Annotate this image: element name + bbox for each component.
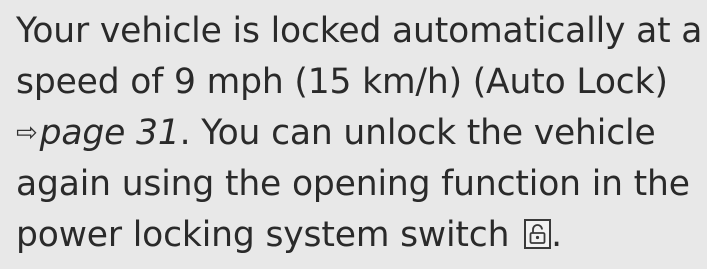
- page-reference-link[interactable]: page 31: [40, 113, 180, 153]
- paragraph-line-5-period: .: [551, 215, 562, 255]
- paragraph-line-1: Your vehicle is locked automatically at …: [16, 11, 703, 51]
- paragraph-line-3: ⇨page 31. You can unlock the vehicle: [16, 108, 706, 159]
- paragraph-line-4: again using the opening function in the: [16, 164, 690, 204]
- manual-page: Your vehicle is locked automatically at …: [0, 0, 707, 269]
- paragraph-line-5: power locking system switch .: [16, 210, 706, 261]
- unlock-switch-icon: [524, 219, 552, 249]
- paragraph-line-2: speed of 9 mph (15 km/h) (Auto Lock): [16, 62, 668, 102]
- cross-reference-arrow-icon: ⇨: [16, 118, 38, 148]
- auto-lock-paragraph: Your vehicle is locked automatically at …: [16, 6, 706, 261]
- paragraph-line-5-text: power locking system switch: [16, 215, 521, 255]
- paragraph-line-3-text: . You can unlock the vehicle: [179, 113, 656, 153]
